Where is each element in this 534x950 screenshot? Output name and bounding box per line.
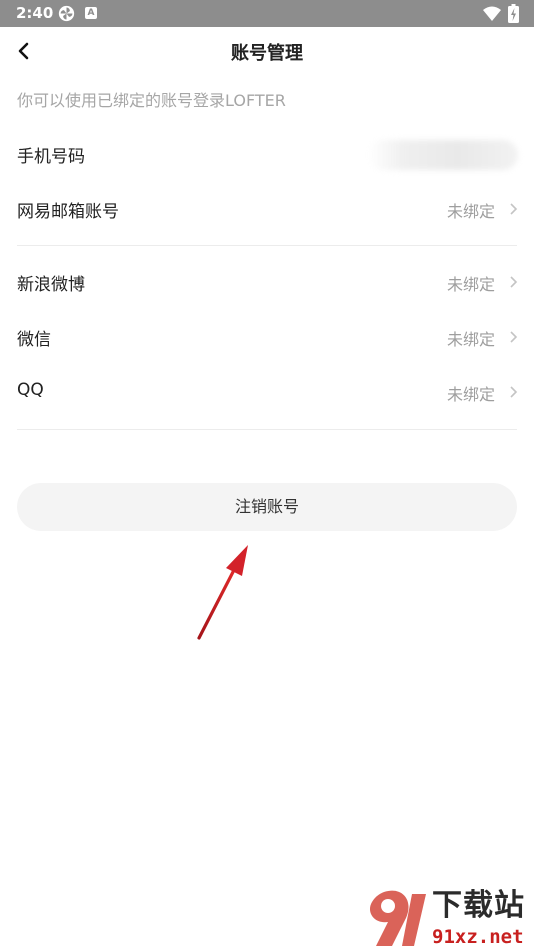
account-row-netease-email[interactable]: 网易邮箱账号 未绑定	[0, 182, 534, 237]
page-title: 账号管理	[231, 43, 303, 64]
account-status-qq: 未绑定	[446, 385, 495, 404]
cancel-account-button[interactable]: 注销账号	[17, 483, 517, 531]
account-label-wechat: 微信	[17, 330, 51, 350]
account-status-wechat: 未绑定	[446, 330, 495, 349]
chevron-right-icon	[510, 386, 518, 398]
status-bar: 2:40 A	[0, 0, 534, 27]
annotation-arrow	[197, 545, 248, 640]
chevron-right-icon	[510, 331, 518, 343]
account-row-weibo[interactable]: 新浪微博 未绑定	[0, 255, 534, 310]
account-status-weibo: 未绑定	[446, 275, 495, 294]
title-bar: 账号管理	[0, 27, 534, 75]
status-time: 2:40	[16, 4, 54, 22]
section-divider	[17, 245, 517, 246]
phone-number-blurred	[368, 140, 518, 170]
watermark-logo-icon	[369, 890, 426, 946]
watermark-title: 下载站	[432, 888, 525, 923]
account-status-netease-email: 未绑定	[446, 202, 495, 221]
chevron-right-icon	[510, 203, 518, 215]
chevron-right-icon	[510, 276, 518, 288]
account-label-qq: QQ	[17, 380, 44, 400]
account-label-netease-email: 网易邮箱账号	[17, 202, 119, 222]
login-hint-text: 你可以使用已绑定的账号登录LOFTER	[17, 91, 286, 110]
account-management-screen: 2:40 A 账号管理 你可以使用已绑定的账号登录LOFTER 手机号码 网易邮…	[0, 0, 534, 950]
pinwheel-icon	[58, 5, 75, 22]
section-divider	[17, 429, 517, 430]
battery-charging-icon	[508, 4, 519, 23]
watermark-domain: 91xz.net	[432, 926, 524, 948]
wifi-icon	[483, 6, 501, 21]
account-row-qq[interactable]: QQ 未绑定	[0, 365, 534, 420]
account-label-phone: 手机号码	[17, 147, 85, 167]
account-row-phone[interactable]: 手机号码	[0, 127, 534, 182]
watermark: 下载站 91xz.net	[362, 888, 534, 950]
account-row-wechat[interactable]: 微信 未绑定	[0, 310, 534, 365]
account-label-weibo: 新浪微博	[17, 275, 85, 295]
a-badge-icon: A	[85, 7, 97, 19]
